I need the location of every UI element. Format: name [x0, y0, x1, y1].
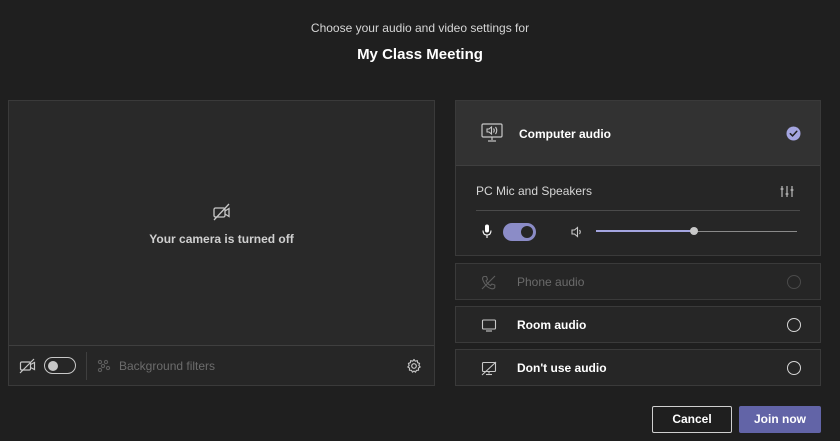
microphone-icon	[482, 224, 492, 239]
device-settings-icon[interactable]	[780, 185, 794, 198]
phone-icon	[481, 275, 497, 290]
room-display-icon	[481, 318, 497, 333]
device-divider	[476, 210, 800, 211]
background-filters-icon	[97, 359, 111, 373]
computer-audio-option[interactable]: Computer audio	[456, 101, 820, 166]
computer-audio-icon	[481, 123, 503, 143]
check-circle-icon	[786, 126, 801, 141]
settings-gear-icon[interactable]	[406, 358, 422, 374]
phone-audio-radio[interactable]	[787, 275, 801, 289]
room-audio-option[interactable]: Room audio	[455, 306, 821, 343]
toolbar-divider	[86, 352, 87, 380]
no-audio-icon	[481, 361, 497, 376]
toggle-knob	[48, 360, 58, 371]
camera-status-text: Your camera is turned off	[149, 232, 294, 246]
slider-thumb[interactable]	[690, 227, 699, 235]
speaker-volume-slider[interactable]	[596, 223, 797, 239]
computer-audio-label: Computer audio	[519, 127, 611, 141]
camera-off-icon	[19, 358, 37, 374]
camera-toolbar: Background filters	[9, 345, 434, 385]
phone-audio-option[interactable]: Phone audio	[455, 263, 821, 300]
background-filters-button[interactable]: Background filters	[119, 359, 215, 373]
no-audio-label: Don't use audio	[517, 361, 607, 375]
camera-preview: Your camera is turned off Background fil…	[8, 100, 435, 386]
no-audio-radio[interactable]	[787, 361, 801, 375]
audio-device-label: PC Mic and Speakers	[476, 184, 593, 198]
pre-join-screen: Choose your audio and video settings for…	[0, 0, 840, 441]
room-audio-label: Room audio	[517, 318, 587, 332]
camera-off-message: Your camera is turned off	[9, 203, 434, 246]
settings-subtitle: Choose your audio and video settings for	[310, 21, 530, 35]
microphone-toggle[interactable]	[503, 223, 536, 241]
computer-audio-panel: Computer audio PC Mic and Speakers	[455, 100, 821, 256]
speaker-icon	[571, 225, 584, 238]
camera-toggle[interactable]	[44, 357, 76, 374]
join-now-button[interactable]: Join now	[739, 406, 821, 433]
no-audio-option[interactable]: Don't use audio	[455, 349, 821, 386]
slider-fill	[596, 230, 695, 232]
meeting-title: My Class Meeting	[357, 46, 483, 63]
toggle-knob	[521, 226, 533, 238]
phone-audio-label: Phone audio	[517, 275, 585, 289]
camera-off-icon	[212, 203, 232, 221]
room-audio-radio[interactable]	[787, 318, 801, 332]
cancel-button[interactable]: Cancel	[652, 406, 732, 433]
